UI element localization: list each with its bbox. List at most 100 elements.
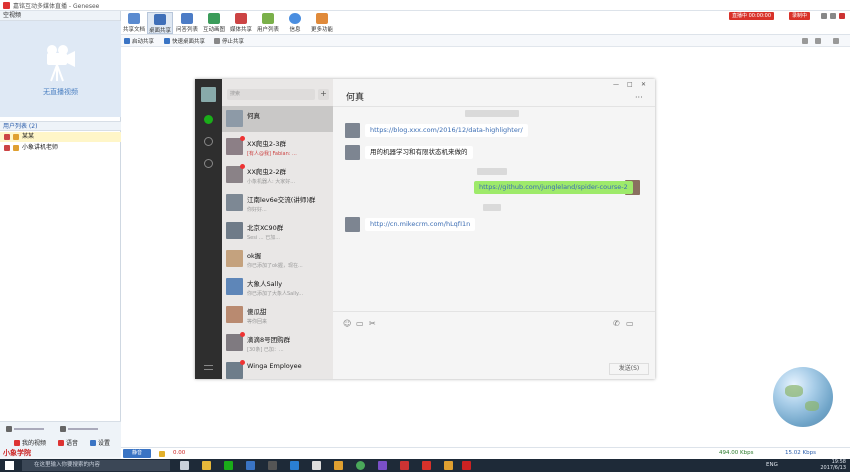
contacts-icon[interactable] bbox=[204, 137, 213, 146]
live-app-taskbar-icon[interactable] bbox=[462, 461, 471, 470]
clock[interactable]: 19:58 2017/6/13 bbox=[820, 459, 846, 471]
mute-button[interactable]: 静音 bbox=[123, 449, 151, 458]
app-taskbar-icon[interactable] bbox=[444, 461, 453, 470]
quick-share-button[interactable]: 快速桌面共享 bbox=[164, 37, 205, 45]
chat-item[interactable]: Winga Employee bbox=[222, 358, 333, 379]
search-input[interactable]: 搜索 bbox=[227, 89, 315, 100]
users-list-header[interactable]: 用户列表 (2) bbox=[0, 121, 121, 131]
chat-item[interactable]: 滴滴8号团购群 [30条] 已加：... bbox=[222, 330, 333, 356]
folder-icon[interactable] bbox=[159, 451, 165, 457]
my-video-button[interactable]: 我的视频 bbox=[14, 438, 46, 447]
more-icon[interactable]: ··· bbox=[635, 93, 643, 102]
layout-icon[interactable] bbox=[802, 38, 808, 44]
gear-icon[interactable] bbox=[833, 38, 839, 44]
emoji-icon[interactable]: ☺ bbox=[343, 319, 351, 328]
media-share-button[interactable]: 媒体共享 bbox=[228, 12, 254, 34]
users-button[interactable]: 用户列表 bbox=[255, 12, 281, 34]
send-button[interactable]: 发送(S) bbox=[609, 363, 649, 375]
edge-icon[interactable] bbox=[290, 461, 299, 470]
chat-avatar bbox=[226, 360, 245, 379]
user-row[interactable]: 某某 bbox=[0, 132, 121, 142]
qa-list-icon bbox=[181, 13, 193, 24]
minimize-icon[interactable] bbox=[830, 13, 836, 19]
stop-share-button[interactable]: 停止共享 bbox=[214, 37, 244, 45]
app-taskbar-icon[interactable] bbox=[334, 461, 343, 470]
desktop-share-icon bbox=[154, 14, 166, 25]
chat-name: ok握 bbox=[247, 252, 262, 260]
chat-name: Winga Employee bbox=[247, 362, 302, 370]
language-indicator[interactable]: ENG bbox=[766, 462, 778, 468]
app-taskbar-icon[interactable] bbox=[422, 461, 431, 470]
chrome-icon[interactable] bbox=[356, 461, 365, 470]
wechat-taskbar-icon[interactable] bbox=[224, 461, 233, 470]
maximize-icon[interactable]: □ bbox=[627, 81, 633, 88]
close-icon[interactable] bbox=[839, 13, 845, 19]
close-icon[interactable]: ✕ bbox=[641, 81, 646, 88]
chat-avatar bbox=[226, 278, 243, 295]
message-bubble-mine[interactable]: https://github.com/jungleland/spider-cou… bbox=[474, 181, 633, 194]
menu-icon[interactable] bbox=[204, 365, 213, 370]
start-share-button[interactable]: 启动共享 bbox=[124, 37, 154, 45]
user-status-icon bbox=[4, 145, 10, 151]
upload-speed: 15.02 Kbps bbox=[785, 450, 816, 456]
button-label: 信息 bbox=[289, 27, 301, 33]
app-taskbar-icon[interactable] bbox=[400, 461, 409, 470]
speaker-volume-slider[interactable] bbox=[60, 426, 98, 432]
record-button[interactable]: 录制中 bbox=[789, 12, 811, 20]
user-avatar-icon bbox=[13, 134, 19, 140]
chat-item[interactable]: 江南lev6e交流(讲师)群 你好好... bbox=[222, 190, 333, 216]
start-share-label: 启动共享 bbox=[132, 39, 155, 45]
grid-icon[interactable] bbox=[815, 38, 821, 44]
chat-name: 大象人Sally bbox=[247, 280, 283, 288]
speaker-icon bbox=[60, 426, 66, 432]
chat-avatar bbox=[226, 306, 243, 323]
more-features-button[interactable]: 更多功能 bbox=[309, 12, 335, 34]
scissors-icon[interactable]: ✂ bbox=[369, 319, 376, 328]
error-counter: 0.00 bbox=[173, 450, 186, 456]
video-call-icon[interactable]: ▭ bbox=[626, 319, 634, 328]
voice-button[interactable]: 语音 bbox=[58, 438, 78, 447]
whiteboard-button[interactable]: 互动画图 bbox=[201, 12, 227, 34]
windows-start-icon[interactable] bbox=[5, 461, 14, 470]
chat-item[interactable]: 北京XC90群 Sesi ... 已加... bbox=[222, 218, 333, 244]
explorer-icon[interactable] bbox=[202, 461, 211, 470]
message-bubble[interactable]: https://blog.xxx.com/2016/12/data-highli… bbox=[365, 124, 528, 137]
phone-icon[interactable]: ✆ bbox=[613, 319, 620, 328]
chat-item[interactable]: XX爬虫2-3群 [有人@我] Fabian: ... bbox=[222, 134, 333, 160]
vscode-icon[interactable] bbox=[378, 461, 387, 470]
help-icon[interactable] bbox=[821, 13, 827, 19]
settings-button[interactable]: 设置 bbox=[90, 438, 110, 447]
mic-volume-slider[interactable] bbox=[6, 426, 44, 432]
chat-icon[interactable] bbox=[204, 115, 213, 124]
desktop-share-button[interactable]: 桌面共享 bbox=[147, 12, 173, 34]
message-bubble[interactable]: http://cn.mikecrm.com/hLqfI1n bbox=[365, 218, 476, 231]
chat-item[interactable]: XX爬虫2-2群 小象机器人: 大家好... bbox=[222, 162, 333, 188]
live-status-badge[interactable]: 直播中 00:00:00 bbox=[729, 12, 775, 20]
gear-icon bbox=[90, 439, 96, 446]
chat-item[interactable]: 傻瓜甜 等你回来 bbox=[222, 302, 333, 328]
my-avatar[interactable] bbox=[201, 87, 216, 102]
button-label: 媒体共享 bbox=[229, 27, 252, 33]
chat-avatar bbox=[226, 164, 245, 183]
share-document-button[interactable]: 共享文档 bbox=[121, 12, 147, 34]
add-chat-button[interactable]: + bbox=[318, 89, 329, 100]
favorites-icon[interactable] bbox=[204, 159, 213, 168]
task-view-icon[interactable] bbox=[180, 461, 189, 470]
folder-icon[interactable]: ▭ bbox=[356, 319, 364, 328]
chat-name: XX爬虫2-2群 bbox=[247, 168, 287, 176]
app-taskbar-icon[interactable] bbox=[268, 461, 277, 470]
app-taskbar-icon[interactable] bbox=[312, 461, 321, 470]
app-taskbar-icon[interactable] bbox=[246, 461, 255, 470]
chat-item[interactable]: 大象人Sally 你已添加了大象人Sally... bbox=[222, 274, 333, 300]
chat-item[interactable]: ok握 你已添加了ok握，现在... bbox=[222, 246, 333, 272]
user-status-icon bbox=[4, 134, 10, 140]
info-button[interactable]: 信息 bbox=[282, 12, 308, 34]
mic-icon bbox=[6, 426, 12, 432]
qa-list-button[interactable]: 问答列表 bbox=[174, 12, 200, 34]
chat-preview: [有人@我] Fabian: ... bbox=[247, 151, 297, 157]
minimize-icon[interactable]: — bbox=[613, 81, 619, 88]
chat-item[interactable]: 何真 bbox=[222, 106, 333, 132]
taskbar-search-input[interactable]: 在这里输入你要搜索的内容 bbox=[22, 460, 170, 471]
user-row[interactable]: 小象讲机老师 bbox=[0, 143, 121, 153]
app-icon bbox=[3, 1, 10, 9]
